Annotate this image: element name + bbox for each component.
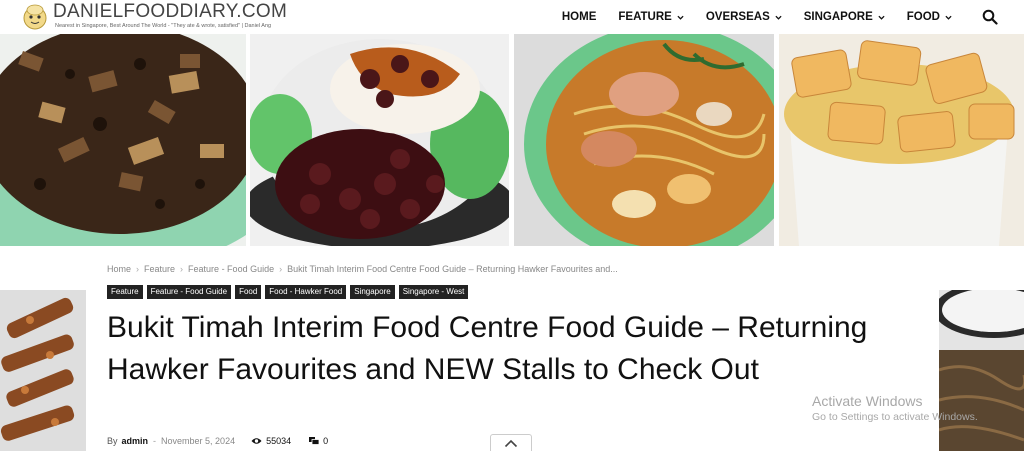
search-icon[interactable] [982,9,998,25]
nav-overseas[interactable]: OVERSEAS [706,11,782,23]
tag-singapore-west[interactable]: Singapore - West [398,285,469,299]
nav-singapore-label: SINGAPORE [803,11,873,23]
activate-windows-title: Activate Windows [812,393,923,409]
breadcrumb-separator-icon: › [180,264,184,274]
author-link[interactable]: admin [122,436,149,446]
chevron-down-icon [945,15,952,20]
food-image-fried-noodles[interactable] [939,290,1024,451]
nav-overseas-label: OVERSEAS [705,11,770,23]
category-tags: Feature Feature - Food Guide Food Food -… [107,285,472,299]
view-count-value: 55034 [266,436,292,446]
nav-home-label: HOME [561,11,597,23]
food-image-satay[interactable] [0,290,86,451]
article-title: Bukit Timah Interim Food Centre Food Gui… [107,311,868,386]
nav-feature[interactable]: FEATURE [618,11,684,23]
meta-separator: - [153,436,157,446]
food-photo [939,290,1024,451]
activate-windows-subtitle: Go to Settings to activate Windows. [812,411,978,423]
activate-windows-watermark: Activate Windows Go to Settings to activ… [812,393,978,423]
tag-feature-food-guide[interactable]: Feature - Food Guide [146,285,232,299]
tag-singapore[interactable]: Singapore [350,285,395,299]
nav-singapore[interactable]: SINGAPORE [804,11,885,23]
breadcrumb-separator-icon: › [279,264,283,274]
comment-count[interactable]: 0 [309,436,328,446]
breadcrumb-food-guide[interactable]: Feature - Food Guide [188,264,274,274]
breadcrumb: Home › Feature › Feature - Food Guide › … [107,264,618,274]
scroll-to-top-button[interactable] [490,434,532,451]
nav-home[interactable]: HOME [562,11,597,23]
comment-icon [309,437,320,445]
main-nav: HOME FEATURE OVERSEAS SINGAPORE FOOD [562,0,1024,34]
tag-feature[interactable]: Feature [107,285,143,299]
breadcrumb-separator-icon: › [136,264,140,274]
article-meta: By admin - November 5, 2024 55034 0 [107,436,328,446]
site-logo-text[interactable]: DANIELFOODDIARY.COM [53,1,287,23]
site-header: DANIELFOODDIARY.COM Nearest in Singapore… [0,0,1024,34]
food-photo [0,290,86,451]
food-photo [524,34,774,246]
food-photo [250,39,509,246]
nav-feature-label: FEATURE [618,11,672,23]
chevron-up-icon [504,439,518,447]
breadcrumb-feature[interactable]: Feature [144,264,175,274]
breadcrumb-home[interactable]: Home [107,264,131,274]
food-image-ice-kachang[interactable] [250,34,509,246]
logo-mascot-icon[interactable] [20,1,50,31]
by-label: By [107,436,118,446]
breadcrumb-current: Bukit Timah Interim Food Centre Food Gui… [287,264,618,274]
food-image-you-tiao-porridge[interactable] [779,34,1024,246]
chevron-down-icon [878,15,885,20]
site-tagline: Nearest in Singapore, Best Around The Wo… [55,23,272,29]
chevron-down-icon [677,15,684,20]
food-photo [784,40,1015,246]
eye-icon [251,438,262,444]
comment-count-value: 0 [323,436,329,446]
view-count: 55034 [251,436,291,446]
food-image-noodle-soup[interactable] [514,34,774,246]
nav-food[interactable]: FOOD [907,11,952,23]
chevron-down-icon [775,15,782,20]
tag-food[interactable]: Food [235,285,262,299]
tag-food-hawker-food[interactable]: Food - Hawker Food [265,285,347,299]
nav-food-label: FOOD [906,11,940,23]
food-photo [0,34,246,246]
publish-date: November 5, 2024 [161,436,236,446]
food-image-carrot-cake[interactable] [0,34,246,246]
